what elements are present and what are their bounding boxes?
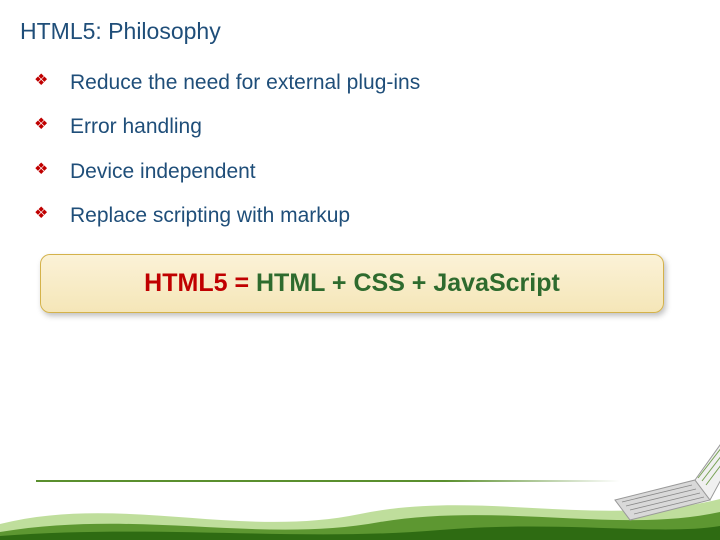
- highlight-rest: HTML + CSS + JavaScript: [256, 269, 560, 297]
- list-item: Reduce the need for external plug-ins: [34, 69, 684, 97]
- slide: HTML5: Philosophy Reduce the need for ex…: [0, 0, 720, 540]
- bullet-list: Reduce the need for external plug-ins Er…: [20, 69, 684, 230]
- decorative-wave: [0, 484, 720, 540]
- list-item: Replace scripting with markup: [34, 202, 684, 230]
- slide-title: HTML5: Philosophy: [20, 18, 684, 45]
- list-item: Device independent: [34, 158, 684, 186]
- laptop-icon: [570, 440, 720, 540]
- highlight-box: HTML5 = HTML + CSS + JavaScript: [40, 254, 664, 313]
- list-item: Error handling: [34, 113, 684, 141]
- footer-rule: [36, 480, 620, 482]
- highlight-lead: HTML5 =: [144, 269, 256, 297]
